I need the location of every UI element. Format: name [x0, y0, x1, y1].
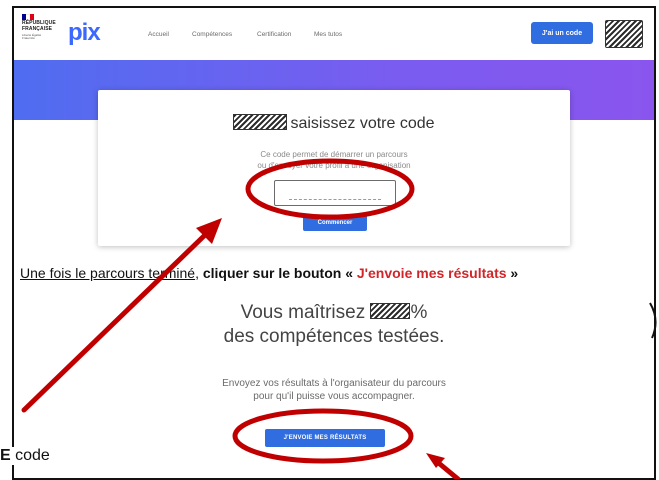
code-card: saisissez votre code Ce code permet de d… — [98, 90, 570, 246]
bottom-note: E code — [0, 447, 52, 465]
nav-link-competences[interactable]: Compétences — [192, 31, 232, 38]
instruction-comma: , — [195, 265, 203, 281]
card-title: saisissez votre code — [98, 114, 570, 133]
pix-logo[interactable]: pix — [68, 19, 101, 47]
nav-link-certification[interactable]: Certification — [257, 31, 291, 38]
instruction-button-name: J'envoie mes résultats — [356, 265, 507, 281]
result-subtitle: des compétences testées. — [223, 326, 445, 347]
result-score-line: Vous maîtrisez % — [164, 302, 504, 324]
bottom-note-bold: E — [0, 447, 11, 464]
code-input-placeholder-dashes — [289, 199, 381, 200]
code-button[interactable]: J'ai un code — [531, 22, 593, 44]
redacted-avatar — [605, 20, 643, 48]
nav-link-mes-tutos[interactable]: Mes tutos — [314, 31, 342, 38]
card-title-text: saisissez votre code — [290, 115, 435, 132]
logo-motto: Liberté Égalité Fraternité — [22, 33, 42, 40]
navbar: RÉPUBLIQUE FRANÇAISE Liberté Égalité Fra… — [14, 8, 654, 60]
instruction-closing-quote: » — [506, 265, 519, 281]
redacted-score — [370, 303, 411, 319]
instruction-part-bold: cliquer sur le bouton « — [202, 265, 357, 281]
code-input[interactable] — [274, 180, 396, 206]
screenshot-frame: RÉPUBLIQUE FRANÇAISE Liberté Égalité Fra… — [12, 6, 656, 480]
page: RÉPUBLIQUE FRANÇAISE Liberté Égalité Fra… — [0, 0, 659, 480]
redacted-name — [233, 114, 288, 130]
result-message-line1: Envoyez vos résultats à l'organisateur d… — [222, 378, 446, 389]
send-results-button[interactable]: J'ENVOIE MES RÉSULTATS — [265, 429, 385, 447]
instruction-part-underlined: Une fois le parcours terminé — [20, 265, 196, 281]
logo-text-line2: FRANÇAISE — [22, 26, 53, 32]
instruction-text: Une fois le parcours terminé, cliquer su… — [20, 265, 518, 281]
nav-link-accueil[interactable]: Accueil — [148, 31, 169, 38]
republique-francaise-logo[interactable]: RÉPUBLIQUE FRANÇAISE Liberté Égalité Fra… — [22, 14, 56, 54]
start-button[interactable]: Commencer — [303, 215, 367, 231]
result-message-line2: pour qu'il puisse vous accompagner. — [253, 391, 415, 402]
bottom-note-text: code — [10, 447, 50, 464]
card-description-line1: Ce code permet de démarrer un parcours — [260, 150, 408, 159]
result-score-text: Vous maîtrisez — [240, 302, 371, 323]
result-percent-sign: % — [410, 302, 428, 323]
card-description-line2: ou d'envoyer votre profil à une organisa… — [257, 161, 411, 170]
